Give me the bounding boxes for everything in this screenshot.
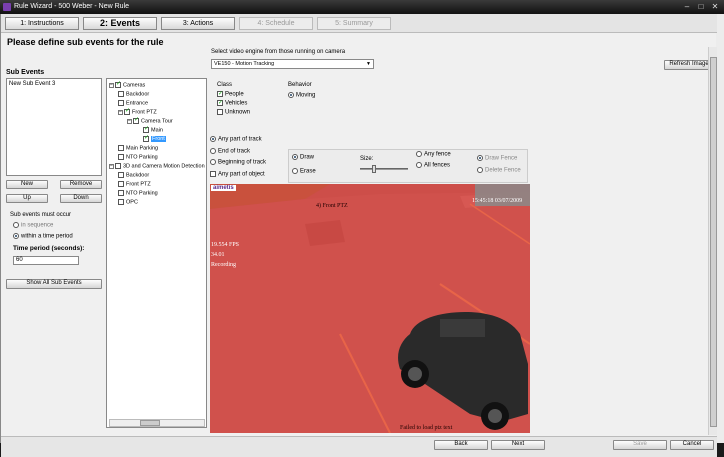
within-time-radio[interactable]: within a time period — [13, 233, 73, 240]
main-vertical-scrollbar[interactable] — [708, 47, 717, 435]
title-bar: Rule Wizard - 500 Weber - New Rule – □ ✕ — [0, 0, 724, 14]
step-summary: 5: Summary — [317, 17, 391, 30]
erase-radio[interactable]: Erase — [292, 168, 316, 175]
recording-overlay: Recording — [211, 262, 236, 268]
within-time-radio-icon — [13, 233, 19, 239]
save-button: Save — [613, 440, 667, 450]
maximize-icon[interactable]: □ — [694, 2, 708, 12]
delete-fence-radio: Delete Fence — [477, 167, 521, 174]
sub-events-title: Sub Events — [6, 69, 45, 76]
show-all-sub-events-button[interactable]: Show All Sub Events — [6, 279, 102, 289]
chevron-down-icon: ▼ — [366, 61, 371, 67]
tree-item-backdoor-2[interactable]: Backdoor — [118, 172, 149, 179]
background-window-edge — [716, 14, 724, 443]
engine-label: Select video engine from those running o… — [211, 49, 346, 55]
tree-horizontal-scrollbar[interactable] — [109, 419, 205, 427]
camera-tree[interactable]: −Cameras Backdoor Entrance −Front PTZ −C… — [106, 78, 207, 428]
tree-item-main-parking[interactable]: Main Parking — [118, 145, 158, 152]
scrollbar-thumb[interactable] — [710, 57, 717, 427]
move-up-button[interactable]: Up — [6, 194, 48, 203]
tree-item-front-ptz-2[interactable]: Front PTZ — [118, 181, 151, 188]
next-button[interactable]: Next — [491, 440, 545, 450]
page-title: Please define sub events for the rule — [7, 37, 164, 47]
tree-item-opc[interactable]: OPC — [118, 199, 138, 206]
new-sub-event-button[interactable]: New — [6, 180, 48, 189]
any-part-track-radio[interactable]: Any part of track — [210, 136, 262, 143]
remove-sub-event-button[interactable]: Remove — [60, 180, 102, 189]
in-sequence-radio[interactable]: in sequence — [13, 222, 53, 229]
step-events[interactable]: 2: Events — [83, 17, 157, 30]
tree-item-front[interactable]: Front — [143, 135, 166, 143]
behavior-moving-radio[interactable]: Moving — [288, 92, 315, 99]
time-period-label: Time period (seconds): — [13, 245, 85, 252]
refresh-image-button[interactable]: Refresh Image — [664, 60, 714, 70]
engine-select[interactable]: VE150 - Motion Tracking ▼ — [211, 59, 374, 69]
tree-item-cameras[interactable]: −Cameras — [109, 81, 145, 89]
step-schedule: 4: Schedule — [239, 17, 313, 30]
tree-item-camera-tour[interactable]: −Camera Tour — [127, 117, 173, 125]
any-fence-radio[interactable]: Any fence — [416, 151, 451, 158]
time-period-input[interactable]: 60 — [13, 256, 79, 265]
timestamp-overlay: 15:45:18 03/07/2009 — [472, 198, 523, 204]
tree-item-entrance[interactable]: Entrance — [118, 100, 148, 107]
wizard-steps: 1: Instructions 2: Events 3: Actions 4: … — [1, 14, 717, 33]
camera-name-overlay: 4) Front PTZ — [316, 203, 348, 209]
draw-radio[interactable]: Draw — [292, 154, 314, 161]
all-fences-radio[interactable]: All fences — [416, 162, 450, 169]
minimize-icon[interactable]: – — [680, 2, 694, 12]
window-title: Rule Wizard - 500 Weber - New Rule — [14, 3, 130, 10]
draw-fence-radio: Draw Fence — [477, 155, 517, 162]
tree-item-main[interactable]: Main — [143, 126, 163, 134]
any-part-object-checkbox[interactable]: Any part of object — [210, 171, 265, 178]
tree-item-front-ptz[interactable]: −Front PTZ — [118, 108, 157, 116]
step-instructions[interactable]: 1: Instructions — [5, 17, 79, 30]
size-slider-handle[interactable] — [372, 165, 376, 173]
class-unknown-checkbox[interactable]: Unknown — [217, 109, 250, 116]
step-actions[interactable]: 3: Actions — [161, 17, 235, 30]
sub-event-item[interactable]: New Sub Event 3 — [9, 81, 55, 87]
behavior-label: Behavior — [288, 82, 312, 88]
wizard-footer — [1, 436, 717, 457]
beginning-of-track-radio[interactable]: Beginning of track — [210, 159, 266, 166]
move-down-button[interactable]: Down — [60, 194, 102, 203]
ptz-error-overlay: Failed to load ptz text — [400, 425, 453, 431]
tree-item-backdoor[interactable]: Backdoor — [118, 91, 149, 98]
video-frame — [210, 184, 530, 433]
class-vehicles-checkbox[interactable]: Vehicles — [217, 99, 247, 107]
class-people-checkbox[interactable]: People — [217, 90, 244, 98]
size-label: Size: — [360, 156, 374, 162]
in-sequence-radio-icon — [13, 222, 19, 228]
aimetis-logo: aimetis — [211, 185, 236, 191]
sub-events-list[interactable]: New Sub Event 3 — [6, 78, 102, 176]
counter-overlay: 34.01 — [211, 252, 225, 258]
camera-video-view[interactable]: aimetis 4) Front PTZ 15:45:18 03/07/2009… — [210, 184, 530, 433]
engine-select-value: VE150 - Motion Tracking — [214, 61, 275, 67]
cancel-button[interactable]: Cancel — [670, 440, 714, 450]
tree-item-nto-parking[interactable]: NTO Parking — [118, 154, 158, 161]
rule-wizard: 1: Instructions 2: Events 3: Actions 4: … — [0, 14, 717, 457]
back-button[interactable]: Back — [434, 440, 488, 450]
tree-item-motion-detection[interactable]: −3D and Camera Motion Detection — [109, 163, 205, 170]
end-of-track-radio[interactable]: End of track — [210, 148, 250, 155]
size-slider[interactable] — [360, 165, 408, 173]
close-icon[interactable]: ✕ — [708, 2, 722, 12]
tree-item-nto-parking-2[interactable]: NTO Parking — [118, 190, 158, 197]
app-icon — [3, 3, 11, 11]
class-label: Class — [217, 82, 233, 88]
fps-overlay: 19.554 FPS — [211, 242, 240, 248]
must-occur-label: Sub events must occur — [10, 212, 72, 218]
